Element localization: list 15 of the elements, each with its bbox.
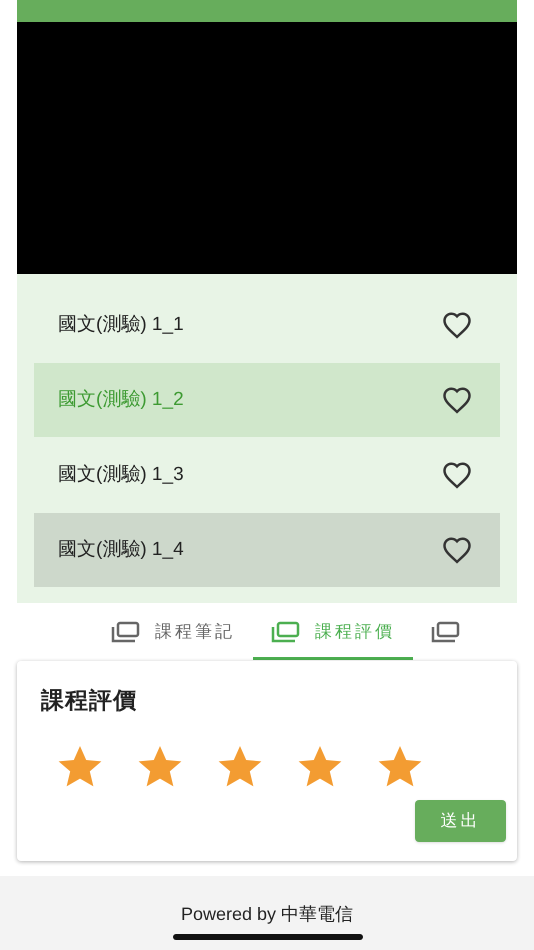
- lesson-title: 國文(測驗) 1_4: [58, 538, 184, 562]
- footer-text: Powered by 中華電信: [180, 903, 354, 926]
- lesson-title: 國文(測驗) 1_3: [58, 462, 184, 487]
- cards-icon: [271, 621, 301, 643]
- card-title: 課程評價: [41, 686, 138, 715]
- lesson-title: 國文(測驗) 1_1: [58, 312, 184, 337]
- lesson-title: 國文(測驗) 1_2: [58, 388, 184, 412]
- heart-icon[interactable]: [442, 461, 472, 489]
- heart-icon[interactable]: [442, 536, 472, 564]
- lesson-item[interactable]: 國文(測驗) 1_4: [34, 513, 500, 587]
- cards-icon: [431, 621, 461, 643]
- heart-icon[interactable]: [442, 386, 472, 414]
- tab[interactable]: 課程筆記: [93, 613, 253, 660]
- heart-icon[interactable]: [442, 311, 472, 339]
- cards-icon: [111, 621, 141, 643]
